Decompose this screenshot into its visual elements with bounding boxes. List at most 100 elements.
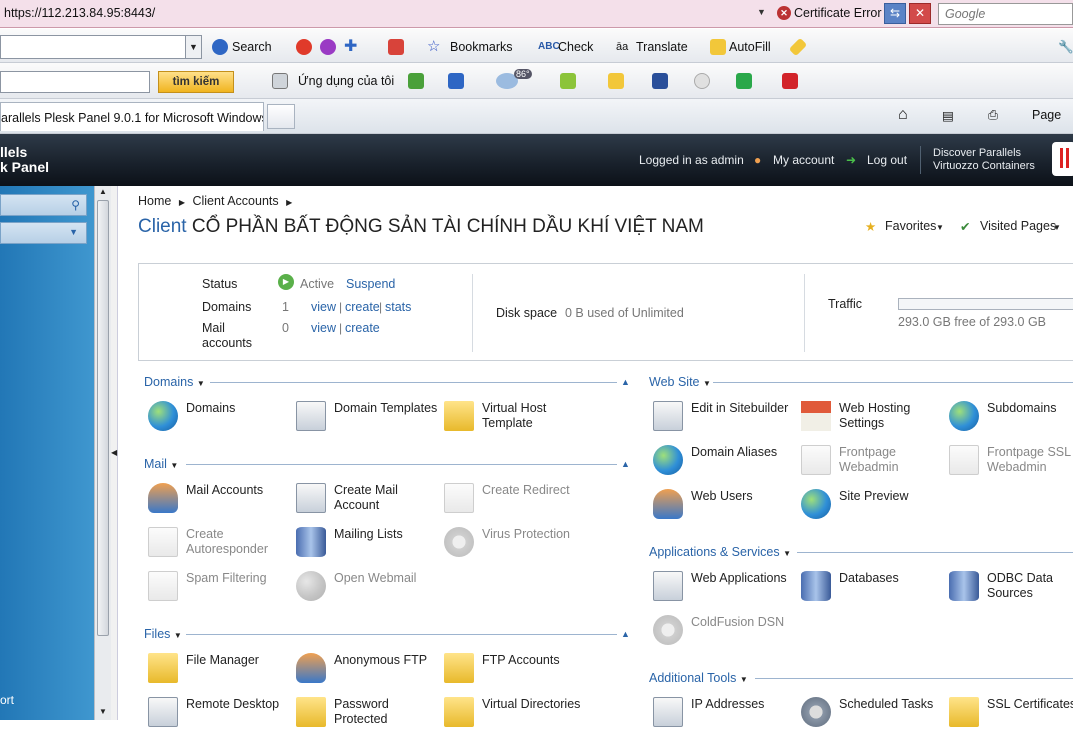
item-file-manager[interactable]: File Manager — [148, 653, 298, 693]
vertical-scrollbar[interactable]: ▲ ▼ — [94, 186, 111, 720]
refresh-icon[interactable]: ⇆ — [884, 3, 906, 24]
section-title-files[interactable]: Files ▼ — [144, 627, 182, 641]
toolbar-combo[interactable]: ▼ — [0, 35, 202, 59]
my-account-link[interactable]: My account — [773, 153, 834, 167]
item-anonymous-ftp[interactable]: Anonymous FTP — [296, 653, 446, 693]
visited-pages-menu[interactable]: Visited Pages — [980, 219, 1056, 233]
tab-plesk[interactable]: arallels Plesk Panel 9.0.1 for Microsoft… — [0, 102, 264, 131]
log-out-link[interactable]: Log out — [867, 153, 907, 167]
url-field[interactable]: https://112.213.84.95:8443/ — [4, 6, 155, 20]
item-virtual-host-template[interactable]: Virtual Host Template — [444, 401, 594, 441]
search-button[interactable]: Search — [232, 40, 272, 54]
swirl-icon[interactable] — [296, 39, 312, 55]
item-web-applications[interactable]: Web Applications — [653, 571, 803, 611]
swirl-icon[interactable] — [320, 39, 336, 55]
translate-button[interactable]: Translate — [636, 40, 688, 54]
section-title-domains[interactable]: Domains ▼ — [144, 375, 205, 389]
item-domain-templates[interactable]: Domain Templates — [296, 401, 446, 441]
certificate-error-label[interactable]: Certificate Error — [794, 6, 882, 20]
template-icon — [296, 401, 326, 431]
suspend-link[interactable]: Suspend — [346, 277, 395, 291]
item-virtual-directories[interactable]: Virtual Directories — [444, 697, 594, 737]
section-title-applications[interactable]: Applications & Services ▼ — [649, 545, 791, 559]
item-edit-in-sitebuilder[interactable]: Edit in Sitebuilder — [653, 401, 803, 441]
pane-splitter[interactable]: ◀ — [111, 186, 118, 720]
collapse-left-icon[interactable]: ◀ — [111, 448, 117, 457]
item-remote-desktop[interactable]: Remote Desktop — [148, 697, 298, 737]
star-icon: ★ — [865, 220, 877, 234]
bookmarks-button[interactable]: Bookmarks — [450, 40, 513, 54]
puzzle-icon[interactable] — [560, 73, 576, 89]
chevron-down-icon[interactable]: ▼ — [185, 36, 201, 58]
item-domains[interactable]: Domains — [148, 401, 298, 441]
certificate-error-icon[interactable]: ✕ — [777, 6, 791, 20]
item-password-protected[interactable]: Password Protected — [296, 697, 446, 737]
section-title-additional-tools[interactable]: Additional Tools ▼ — [649, 671, 748, 685]
chevron-down-icon[interactable]: ▼ — [757, 7, 766, 17]
plus-icon[interactable]: ✚ — [344, 36, 357, 56]
scrollbar-thumb[interactable] — [97, 200, 109, 636]
chevron-down-icon[interactable]: ▼ — [1053, 223, 1061, 232]
mail-create-link[interactable]: create — [345, 321, 380, 335]
chevron-down-icon[interactable]: ▼ — [936, 223, 944, 232]
item-subdomains[interactable]: Subdomains — [949, 401, 1073, 441]
feeds-icon[interactable]: ▤ — [942, 108, 954, 123]
dice-icon[interactable] — [782, 73, 798, 89]
mail-view-link[interactable]: view — [311, 321, 336, 335]
discover-link[interactable]: Discover Parallels Virtuozzo Containers — [933, 147, 1035, 173]
mail-icon[interactable] — [448, 73, 464, 89]
ebay-icon[interactable] — [608, 73, 624, 89]
shield-icon[interactable] — [652, 73, 668, 89]
collapse-icon[interactable]: ▲ — [621, 377, 630, 387]
section-title-website[interactable]: Web Site ▼ — [649, 375, 711, 389]
traffic-label: Traffic — [828, 297, 863, 311]
nav-search-input[interactable]: ⚲ — [0, 194, 87, 216]
item-site-preview[interactable]: Site Preview — [801, 489, 951, 529]
item-odbc-data-sources[interactable]: ODBC Data Sources — [949, 571, 1073, 611]
scroll-down-icon[interactable]: ▼ — [99, 707, 107, 716]
highlighter-icon[interactable] — [788, 37, 808, 57]
wrench-icon[interactable]: 🔧 — [1058, 40, 1073, 55]
stop-icon[interactable]: ✕ — [909, 3, 931, 24]
item-ssl-certificates[interactable]: SSL Certificates — [949, 697, 1073, 737]
item-mail-accounts[interactable]: Mail Accounts — [148, 483, 298, 523]
domains-view-link[interactable]: view — [311, 300, 336, 314]
nav-select[interactable]: ▼ — [0, 222, 87, 244]
popup-blocker-icon[interactable] — [388, 39, 404, 55]
item-mailing-lists[interactable]: Mailing Lists — [296, 527, 446, 567]
check-button[interactable]: Check — [558, 40, 593, 54]
search-icon[interactable]: ⚲ — [71, 198, 80, 212]
new-tab-button[interactable] — [267, 104, 295, 129]
item-web-hosting-settings[interactable]: Web Hosting Settings — [801, 401, 951, 441]
print-icon[interactable]: ⎙ — [988, 108, 998, 123]
flower-icon[interactable] — [736, 73, 752, 89]
item-databases[interactable]: Databases — [801, 571, 951, 611]
breadcrumb-home[interactable]: Home — [138, 194, 171, 208]
page-menu[interactable]: Page — [1032, 108, 1061, 122]
parallels-logo-icon[interactable] — [1052, 142, 1073, 176]
item-create-mail-account[interactable]: Create Mail Account — [296, 483, 446, 523]
my-apps-button[interactable]: Ứng dụng của tôi — [298, 74, 394, 88]
search-button[interactable]: tìm kiếm — [158, 71, 234, 93]
domains-stats-link[interactable]: stats — [385, 300, 411, 314]
collapse-icon[interactable]: ▲ — [621, 459, 630, 469]
breadcrumb-client-accounts[interactable]: Client Accounts — [192, 194, 278, 208]
autofill-button[interactable]: AutoFill — [729, 40, 771, 54]
home-icon[interactable]: ⌂ — [898, 106, 908, 124]
item-web-users[interactable]: Web Users — [653, 489, 803, 529]
toolbar-search-input[interactable] — [0, 71, 150, 93]
nav-item-label[interactable]: ort — [0, 693, 14, 707]
favorites-menu[interactable]: Favorites — [885, 219, 936, 233]
add-icon[interactable] — [408, 73, 424, 89]
collapse-icon[interactable]: ▲ — [621, 629, 630, 639]
section-title-mail[interactable]: Mail ▼ — [144, 457, 178, 471]
item-domain-aliases[interactable]: Domain Aliases — [653, 445, 803, 485]
item-ftp-accounts[interactable]: FTP Accounts — [444, 653, 594, 693]
item-ip-addresses[interactable]: IP Addresses — [653, 697, 803, 737]
scroll-up-icon[interactable]: ▲ — [99, 187, 107, 196]
smiley-icon[interactable] — [694, 73, 710, 89]
domains-create-link[interactable]: create — [345, 300, 380, 314]
chevron-down-icon[interactable]: ▼ — [69, 227, 78, 237]
item-scheduled-tasks[interactable]: Scheduled Tasks — [801, 697, 951, 737]
search-input[interactable]: Google — [938, 3, 1073, 25]
